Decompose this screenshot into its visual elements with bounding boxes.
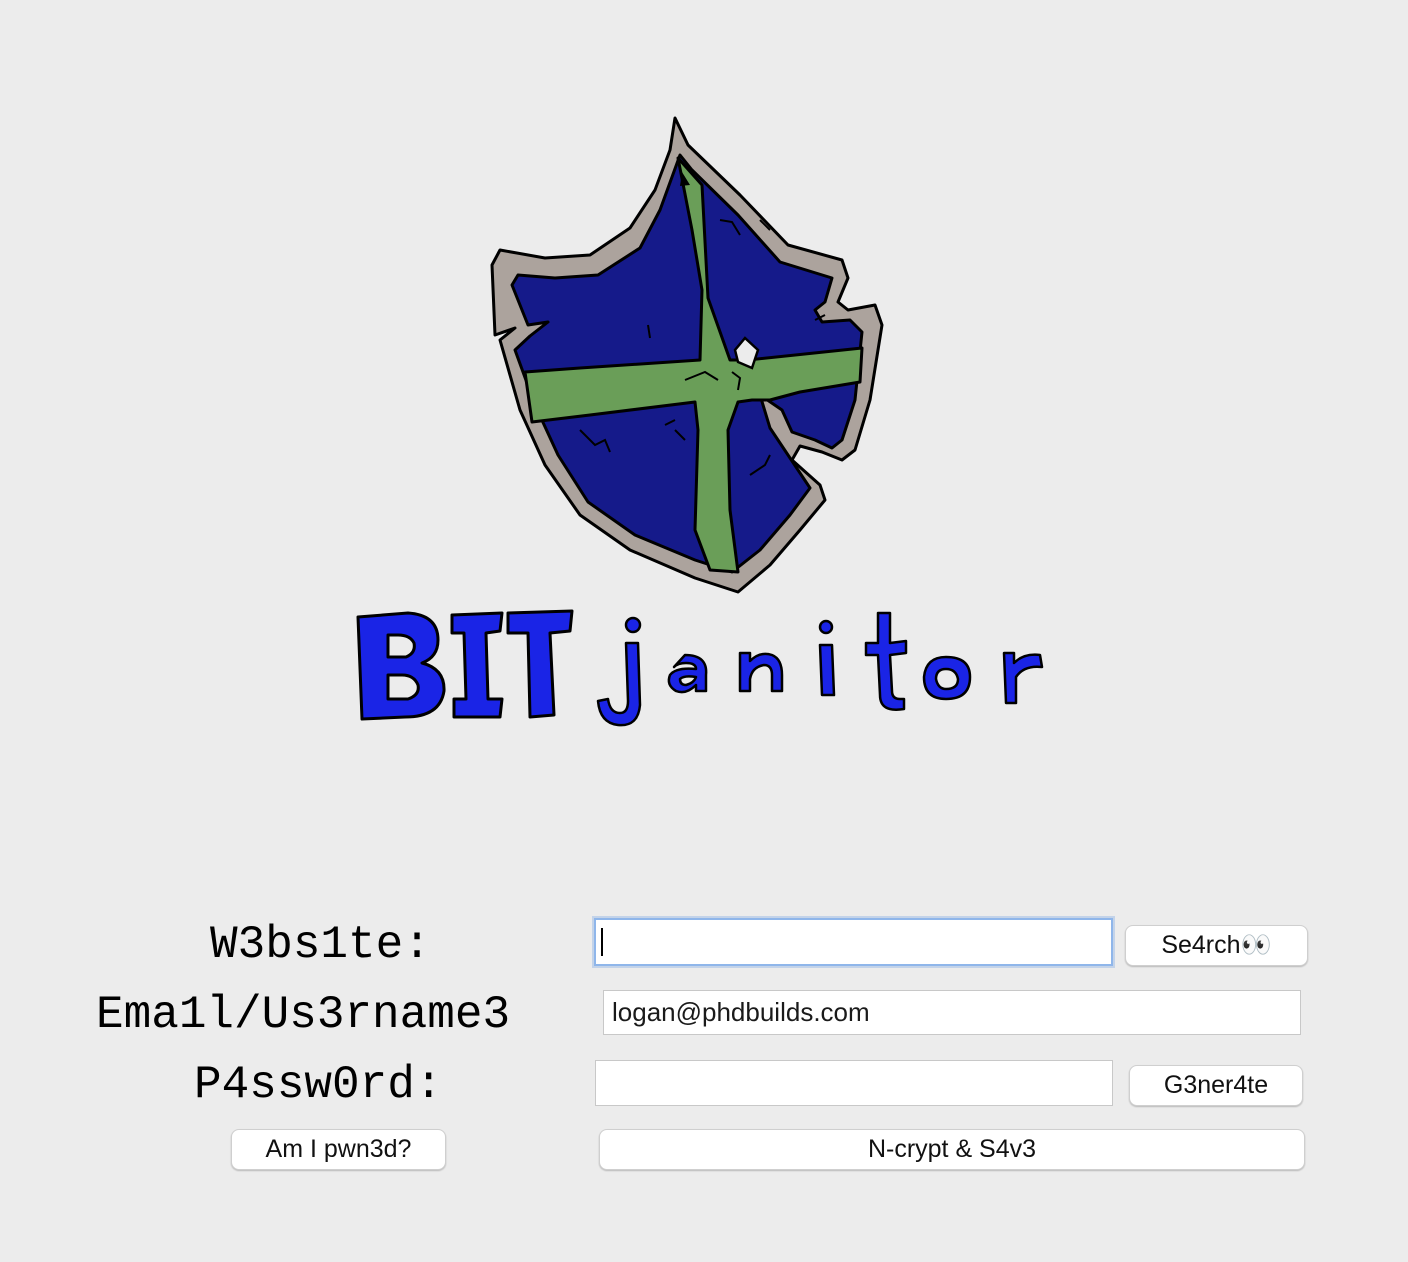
wordmark-bit: [356, 609, 574, 721]
search-button[interactable]: Se4rch👀: [1125, 925, 1308, 966]
email-username-input[interactable]: logan@phdbuilds.com: [603, 990, 1301, 1035]
website-input[interactable]: [594, 918, 1113, 966]
website-label: W3bs1te:: [210, 919, 431, 971]
email-username-label: Ema1l/Us3rname3: [96, 989, 511, 1041]
bitjanitor-window: W3bs1te: Se4rch👀 Ema1l/Us3rname3 logan@p…: [0, 0, 1408, 1262]
wordmark-janitor: [596, 611, 1044, 727]
generate-password-button[interactable]: G3ner4te: [1129, 1065, 1303, 1106]
password-label: P4ssw0rd:: [194, 1059, 443, 1111]
password-input[interactable]: [595, 1060, 1113, 1106]
bitjanitor-wordmark: [356, 609, 1044, 727]
shield-logo: [490, 116, 884, 594]
text-cursor: [601, 928, 603, 956]
encrypt-and-save-button[interactable]: N-crypt & S4v3: [599, 1129, 1305, 1170]
email-username-value: logan@phdbuilds.com: [612, 997, 870, 1027]
am-i-pwned-button[interactable]: Am I pwn3d?: [231, 1129, 446, 1170]
